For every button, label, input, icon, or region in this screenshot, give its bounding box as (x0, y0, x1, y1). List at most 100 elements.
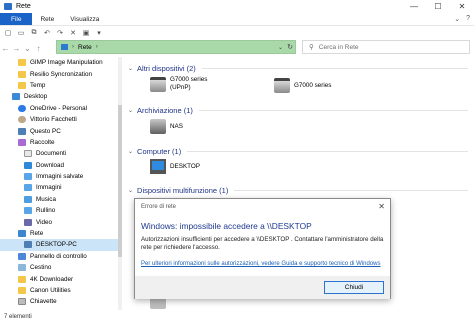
device-nas[interactable]: NAS (150, 119, 183, 134)
group-header-archiviazione[interactable]: ⌄ Archiviazione (1) (128, 106, 468, 115)
documents-icon (24, 150, 32, 158)
download-icon (24, 161, 32, 169)
address-segment-rete[interactable]: Rete (78, 44, 92, 51)
up-button[interactable]: ↑ (33, 44, 44, 53)
navigation-scrollbar[interactable] (118, 57, 122, 310)
copy-icon[interactable]: ⧉ (30, 29, 38, 37)
search-placeholder: Cerca in Rete (318, 43, 359, 51)
computer-icon (150, 159, 166, 174)
new-folder-icon[interactable]: ▭ (17, 29, 25, 37)
recycle-bin-icon (18, 264, 26, 272)
undo-icon[interactable]: ↶ (43, 29, 51, 37)
help-icon[interactable]: ? (466, 15, 470, 23)
dialog-title: Errore di rete (141, 204, 177, 210)
dialog-heading: Windows: impossibile accedere a \\DESKTO… (141, 221, 312, 231)
tree-item[interactable]: Documenti (0, 148, 122, 159)
tree-item[interactable]: Rete (0, 228, 122, 239)
folder-icon (18, 287, 26, 294)
tree-item[interactable]: Desktop (0, 91, 122, 102)
collapse-ribbon-icon[interactable]: ⌄ (454, 15, 460, 23)
group-header-altri-dispositivi[interactable]: ⌄ Altri dispositivi (2) (128, 64, 468, 73)
control-panel-icon (18, 252, 26, 260)
refresh-icon[interactable]: ↻ (287, 43, 293, 51)
redo-icon[interactable]: ↷ (56, 29, 64, 37)
scrollbar-thumb[interactable] (118, 105, 122, 257)
tree-item[interactable]: GIMP Image Manipulation (0, 57, 122, 68)
video-icon (24, 218, 32, 226)
address-bar[interactable]: › Rete › ⌄ ↻ (56, 40, 296, 54)
tree-item[interactable]: Cestino (0, 262, 122, 273)
delete-icon[interactable]: ✕ (69, 29, 77, 37)
address-dropdown-icon[interactable]: ⌄ (278, 44, 283, 51)
pictures-icon (24, 184, 32, 192)
group-header-computer[interactable]: ⌄ Computer (1) (128, 147, 468, 156)
collapse-chevron-icon[interactable]: ⌄ (128, 187, 133, 194)
tree-item[interactable]: Raccolte (0, 137, 122, 148)
tree-item[interactable]: Chiavette (0, 296, 122, 307)
network-error-dialog: Errore di rete ✕ Windows: impossibile ac… (134, 198, 391, 299)
tree-item[interactable]: Questo PC (0, 125, 122, 136)
tree-item[interactable]: Vittorio Facchetti (0, 114, 122, 125)
tree-item[interactable]: Video (0, 216, 122, 227)
collapse-chevron-icon[interactable]: ⌄ (128, 65, 133, 72)
folder-icon (18, 81, 26, 89)
tab-rete[interactable]: Rete (32, 13, 62, 25)
close-dialog-button[interactable]: Chiudi (324, 281, 384, 294)
tree-item[interactable]: Resilio Syncronization (0, 68, 122, 79)
tab-visualizza[interactable]: Visualizza (62, 13, 107, 25)
forward-button[interactable]: → (11, 44, 22, 53)
back-button[interactable]: ← (0, 44, 11, 53)
tree-item[interactable]: Download (0, 160, 122, 171)
search-box[interactable]: ⚲ Cerca in Rete (302, 40, 470, 54)
desktop-icon (12, 93, 20, 101)
close-button[interactable]: ✕ (450, 0, 474, 13)
pictures-icon (24, 173, 32, 181)
tree-item-selected[interactable]: DESKTOP-PC (0, 239, 122, 251)
folder-icon (18, 70, 26, 78)
tree-item[interactable]: Immagini salvate (0, 171, 122, 182)
tree-item[interactable]: Immagini (0, 182, 122, 193)
onedrive-icon (18, 104, 26, 112)
device-g7000[interactable]: G7000 series (274, 78, 331, 93)
usb-drive-icon (18, 298, 26, 306)
dialog-close-icon[interactable]: ✕ (378, 202, 385, 211)
folder-icon (18, 59, 26, 67)
pictures-icon (24, 207, 32, 215)
collapse-chevron-icon[interactable]: ⌄ (128, 148, 133, 155)
device-g7000-upnp[interactable]: G7000 series (UPnP) (150, 76, 207, 92)
window-controls: — ☐ ✕ (402, 0, 474, 13)
user-icon (18, 116, 26, 124)
explorer-window: Rete — ☐ ✕ File Rete Visualizza ⌄ ? ▢ ▭ … (0, 0, 474, 322)
search-icon: ⚲ (309, 44, 314, 51)
item-count: 7 elementi (4, 314, 32, 320)
help-link[interactable]: Per ulteriori informazioni sulle autoriz… (141, 261, 380, 267)
network-icon (61, 44, 68, 50)
address-chevron-icon[interactable]: › (72, 44, 74, 50)
dialog-footer: Chiudi (135, 276, 390, 299)
collapse-chevron-icon[interactable]: ⌄ (128, 107, 133, 114)
network-icon (18, 230, 26, 238)
tree-item[interactable]: Rullino (0, 205, 122, 216)
tree-item[interactable]: Musica (0, 194, 122, 205)
tree-item[interactable]: OneDrive - Personal (0, 103, 122, 114)
maximize-button[interactable]: ☐ (426, 0, 450, 13)
rename-icon[interactable]: ▣ (82, 29, 90, 37)
folder-icon (18, 275, 26, 283)
computer-icon (24, 241, 32, 249)
printer-icon (274, 78, 290, 93)
properties-icon[interactable]: ▢ (4, 29, 12, 37)
address-chevron-icon[interactable]: › (96, 44, 98, 50)
group-header-multifunzione[interactable]: ⌄ Dispositivi multifunzione (1) (128, 186, 468, 195)
tree-item[interactable]: Temp (0, 80, 122, 91)
music-icon (24, 195, 32, 203)
device-desktop[interactable]: DESKTOP (150, 159, 200, 174)
recent-locations-button[interactable]: ⌄ (22, 44, 33, 53)
tab-file[interactable]: File (0, 13, 33, 25)
tree-item[interactable]: Canon Utilities (0, 285, 122, 296)
tree-item[interactable]: 4K Downloader (0, 273, 122, 284)
minimize-button[interactable]: — (402, 0, 426, 13)
dialog-message: Autorizzazioni insufficienti per acceder… (141, 236, 384, 251)
customize-icon[interactable]: ▾ (95, 29, 103, 37)
printer-icon (150, 76, 166, 92)
tree-item[interactable]: Pannello di controllo (0, 251, 122, 262)
